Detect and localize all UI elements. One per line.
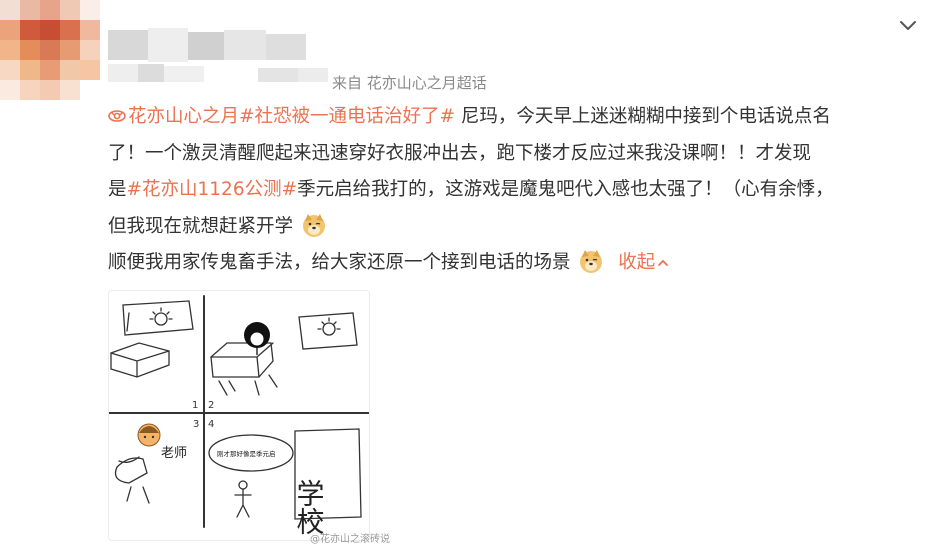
school-label: 学校 bbox=[293, 479, 326, 535]
post-line-4-text: 但我现在就想赶紧开学 bbox=[108, 215, 294, 237]
teacher-label: 老师 bbox=[161, 446, 187, 461]
post-source: 来自 花亦山心之月超话 bbox=[332, 72, 487, 93]
supertopic-tag[interactable]: 花亦山心之月 bbox=[108, 106, 239, 127]
panel-number-1: 1 bbox=[192, 400, 198, 411]
post-image-comic[interactable]: 1 2 3 4 刚才那好像是季元启 老师 学校 bbox=[108, 290, 370, 541]
post-text: 花亦山心之月#社恐被一通电话治好了# 尼玛，今天早上迷迷糊糊中接到个电话说点名 … bbox=[108, 99, 928, 282]
panel-number-3: 3 bbox=[193, 419, 199, 430]
chevron-down-icon[interactable] bbox=[896, 14, 920, 38]
post-line-3-prefix: 是 bbox=[108, 179, 127, 200]
hashtag-social-anxiety[interactable]: #社恐被一通电话治好了# bbox=[239, 106, 455, 127]
speech-bubble-text: 刚才那好像是季元启 bbox=[217, 449, 276, 458]
collapse-button[interactable]: 收起 bbox=[618, 252, 669, 273]
avatar[interactable] bbox=[0, 0, 100, 110]
doge-emoji-icon bbox=[302, 213, 325, 237]
comic-drawing: 1 2 3 4 刚才那好像是季元启 老师 学校 bbox=[109, 295, 369, 535]
panel-number-4: 4 bbox=[208, 419, 214, 430]
panel-number-2: 2 bbox=[208, 400, 214, 411]
source-prefix: 来自 bbox=[332, 74, 363, 92]
post-line-2: 了！一个激灵清醒爬起来迅速穿好衣服冲出去，跑下楼才反应过来我没课啊！！才发现 bbox=[108, 142, 812, 164]
username-blurred[interactable] bbox=[108, 28, 328, 86]
chevron-up-icon bbox=[658, 259, 669, 266]
source-supertopic-link[interactable]: 花亦山心之月超话 bbox=[367, 74, 487, 92]
doge-emoji-icon bbox=[580, 250, 603, 273]
post-line-3-text: 季元启给我打的，这游戏是魔鬼吧代入感也太强了！（心有余悸， bbox=[297, 179, 834, 200]
post-line-5-text: 顺便我用家传鬼畜手法，给大家还原一个接到电话的场景 bbox=[108, 252, 571, 273]
hashtag-public-test[interactable]: #花亦山1126公测# bbox=[127, 179, 298, 200]
supertopic-icon bbox=[108, 110, 126, 122]
post-line-1-text: 尼玛，今天早上迷迷糊糊中接到个电话说点名 bbox=[455, 106, 831, 127]
image-watermark: @花亦山之滚砖说 bbox=[310, 534, 390, 545]
